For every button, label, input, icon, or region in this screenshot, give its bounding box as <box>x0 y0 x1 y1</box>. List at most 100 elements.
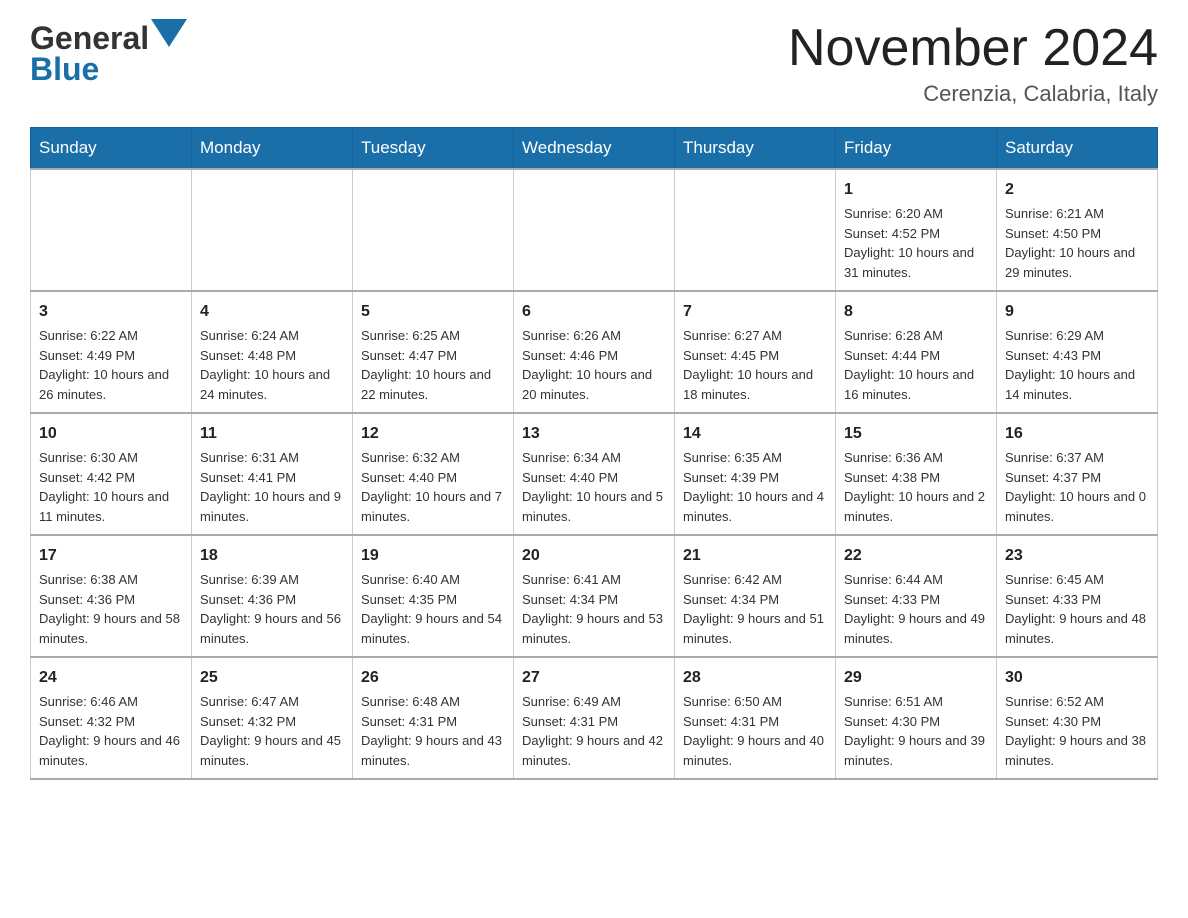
day-info: Sunrise: 6:41 AM Sunset: 4:34 PM Dayligh… <box>522 570 666 648</box>
calendar-table: SundayMondayTuesdayWednesdayThursdayFrid… <box>30 127 1158 780</box>
day-number: 10 <box>39 422 183 446</box>
week-row-1: 1Sunrise: 6:20 AM Sunset: 4:52 PM Daylig… <box>31 169 1158 291</box>
day-info: Sunrise: 6:32 AM Sunset: 4:40 PM Dayligh… <box>361 448 505 526</box>
day-info: Sunrise: 6:42 AM Sunset: 4:34 PM Dayligh… <box>683 570 827 648</box>
day-info: Sunrise: 6:20 AM Sunset: 4:52 PM Dayligh… <box>844 204 988 282</box>
calendar-cell: 9Sunrise: 6:29 AM Sunset: 4:43 PM Daylig… <box>997 291 1158 413</box>
day-number: 20 <box>522 544 666 568</box>
day-info: Sunrise: 6:46 AM Sunset: 4:32 PM Dayligh… <box>39 692 183 770</box>
week-row-4: 17Sunrise: 6:38 AM Sunset: 4:36 PM Dayli… <box>31 535 1158 657</box>
day-number: 8 <box>844 300 988 324</box>
calendar-cell: 3Sunrise: 6:22 AM Sunset: 4:49 PM Daylig… <box>31 291 192 413</box>
day-number: 21 <box>683 544 827 568</box>
day-info: Sunrise: 6:39 AM Sunset: 4:36 PM Dayligh… <box>200 570 344 648</box>
day-info: Sunrise: 6:51 AM Sunset: 4:30 PM Dayligh… <box>844 692 988 770</box>
calendar-cell <box>514 169 675 291</box>
day-number: 23 <box>1005 544 1149 568</box>
day-number: 2 <box>1005 178 1149 202</box>
calendar-cell: 12Sunrise: 6:32 AM Sunset: 4:40 PM Dayli… <box>353 413 514 535</box>
calendar-cell: 11Sunrise: 6:31 AM Sunset: 4:41 PM Dayli… <box>192 413 353 535</box>
day-info: Sunrise: 6:26 AM Sunset: 4:46 PM Dayligh… <box>522 326 666 404</box>
day-number: 5 <box>361 300 505 324</box>
logo: General Blue <box>30 20 187 88</box>
day-info: Sunrise: 6:25 AM Sunset: 4:47 PM Dayligh… <box>361 326 505 404</box>
calendar-cell: 7Sunrise: 6:27 AM Sunset: 4:45 PM Daylig… <box>675 291 836 413</box>
week-row-3: 10Sunrise: 6:30 AM Sunset: 4:42 PM Dayli… <box>31 413 1158 535</box>
week-row-2: 3Sunrise: 6:22 AM Sunset: 4:49 PM Daylig… <box>31 291 1158 413</box>
calendar-cell: 28Sunrise: 6:50 AM Sunset: 4:31 PM Dayli… <box>675 657 836 779</box>
day-info: Sunrise: 6:29 AM Sunset: 4:43 PM Dayligh… <box>1005 326 1149 404</box>
calendar-cell: 10Sunrise: 6:30 AM Sunset: 4:42 PM Dayli… <box>31 413 192 535</box>
day-info: Sunrise: 6:22 AM Sunset: 4:49 PM Dayligh… <box>39 326 183 404</box>
calendar-cell: 8Sunrise: 6:28 AM Sunset: 4:44 PM Daylig… <box>836 291 997 413</box>
day-number: 12 <box>361 422 505 446</box>
day-info: Sunrise: 6:47 AM Sunset: 4:32 PM Dayligh… <box>200 692 344 770</box>
calendar-cell: 4Sunrise: 6:24 AM Sunset: 4:48 PM Daylig… <box>192 291 353 413</box>
calendar-cell: 2Sunrise: 6:21 AM Sunset: 4:50 PM Daylig… <box>997 169 1158 291</box>
day-info: Sunrise: 6:27 AM Sunset: 4:45 PM Dayligh… <box>683 326 827 404</box>
day-info: Sunrise: 6:34 AM Sunset: 4:40 PM Dayligh… <box>522 448 666 526</box>
calendar-cell: 29Sunrise: 6:51 AM Sunset: 4:30 PM Dayli… <box>836 657 997 779</box>
calendar-cell: 25Sunrise: 6:47 AM Sunset: 4:32 PM Dayli… <box>192 657 353 779</box>
calendar-cell: 15Sunrise: 6:36 AM Sunset: 4:38 PM Dayli… <box>836 413 997 535</box>
day-number: 7 <box>683 300 827 324</box>
weekday-header-monday: Monday <box>192 128 353 170</box>
calendar-cell <box>675 169 836 291</box>
day-number: 17 <box>39 544 183 568</box>
weekday-header-saturday: Saturday <box>997 128 1158 170</box>
weekday-header-friday: Friday <box>836 128 997 170</box>
calendar-cell: 26Sunrise: 6:48 AM Sunset: 4:31 PM Dayli… <box>353 657 514 779</box>
day-info: Sunrise: 6:37 AM Sunset: 4:37 PM Dayligh… <box>1005 448 1149 526</box>
calendar-cell <box>192 169 353 291</box>
day-number: 4 <box>200 300 344 324</box>
day-number: 24 <box>39 666 183 690</box>
calendar-cell: 5Sunrise: 6:25 AM Sunset: 4:47 PM Daylig… <box>353 291 514 413</box>
month-title: November 2024 <box>788 20 1158 77</box>
day-info: Sunrise: 6:21 AM Sunset: 4:50 PM Dayligh… <box>1005 204 1149 282</box>
weekday-header-row: SundayMondayTuesdayWednesdayThursdayFrid… <box>31 128 1158 170</box>
day-number: 1 <box>844 178 988 202</box>
day-number: 22 <box>844 544 988 568</box>
day-number: 9 <box>1005 300 1149 324</box>
day-info: Sunrise: 6:28 AM Sunset: 4:44 PM Dayligh… <box>844 326 988 404</box>
day-info: Sunrise: 6:31 AM Sunset: 4:41 PM Dayligh… <box>200 448 344 526</box>
day-info: Sunrise: 6:52 AM Sunset: 4:30 PM Dayligh… <box>1005 692 1149 770</box>
day-number: 27 <box>522 666 666 690</box>
logo-blue: Blue <box>30 51 99 88</box>
day-info: Sunrise: 6:45 AM Sunset: 4:33 PM Dayligh… <box>1005 570 1149 648</box>
day-info: Sunrise: 6:24 AM Sunset: 4:48 PM Dayligh… <box>200 326 344 404</box>
calendar-cell: 18Sunrise: 6:39 AM Sunset: 4:36 PM Dayli… <box>192 535 353 657</box>
day-info: Sunrise: 6:50 AM Sunset: 4:31 PM Dayligh… <box>683 692 827 770</box>
day-info: Sunrise: 6:44 AM Sunset: 4:33 PM Dayligh… <box>844 570 988 648</box>
day-number: 25 <box>200 666 344 690</box>
calendar-cell: 1Sunrise: 6:20 AM Sunset: 4:52 PM Daylig… <box>836 169 997 291</box>
page-header: General Blue November 2024 Cerenzia, Cal… <box>30 20 1158 107</box>
day-number: 28 <box>683 666 827 690</box>
day-number: 29 <box>844 666 988 690</box>
calendar-cell: 19Sunrise: 6:40 AM Sunset: 4:35 PM Dayli… <box>353 535 514 657</box>
calendar-cell: 30Sunrise: 6:52 AM Sunset: 4:30 PM Dayli… <box>997 657 1158 779</box>
day-number: 16 <box>1005 422 1149 446</box>
day-number: 11 <box>200 422 344 446</box>
location: Cerenzia, Calabria, Italy <box>788 81 1158 107</box>
day-number: 30 <box>1005 666 1149 690</box>
day-number: 18 <box>200 544 344 568</box>
calendar-cell: 17Sunrise: 6:38 AM Sunset: 4:36 PM Dayli… <box>31 535 192 657</box>
calendar-cell: 14Sunrise: 6:35 AM Sunset: 4:39 PM Dayli… <box>675 413 836 535</box>
calendar-cell: 6Sunrise: 6:26 AM Sunset: 4:46 PM Daylig… <box>514 291 675 413</box>
calendar-cell: 27Sunrise: 6:49 AM Sunset: 4:31 PM Dayli… <box>514 657 675 779</box>
day-info: Sunrise: 6:36 AM Sunset: 4:38 PM Dayligh… <box>844 448 988 526</box>
calendar-cell: 21Sunrise: 6:42 AM Sunset: 4:34 PM Dayli… <box>675 535 836 657</box>
day-info: Sunrise: 6:30 AM Sunset: 4:42 PM Dayligh… <box>39 448 183 526</box>
weekday-header-sunday: Sunday <box>31 128 192 170</box>
calendar-cell: 20Sunrise: 6:41 AM Sunset: 4:34 PM Dayli… <box>514 535 675 657</box>
day-info: Sunrise: 6:35 AM Sunset: 4:39 PM Dayligh… <box>683 448 827 526</box>
day-number: 14 <box>683 422 827 446</box>
day-number: 15 <box>844 422 988 446</box>
day-number: 26 <box>361 666 505 690</box>
day-number: 6 <box>522 300 666 324</box>
calendar-cell: 23Sunrise: 6:45 AM Sunset: 4:33 PM Dayli… <box>997 535 1158 657</box>
calendar-cell: 24Sunrise: 6:46 AM Sunset: 4:32 PM Dayli… <box>31 657 192 779</box>
calendar-cell <box>31 169 192 291</box>
day-number: 19 <box>361 544 505 568</box>
